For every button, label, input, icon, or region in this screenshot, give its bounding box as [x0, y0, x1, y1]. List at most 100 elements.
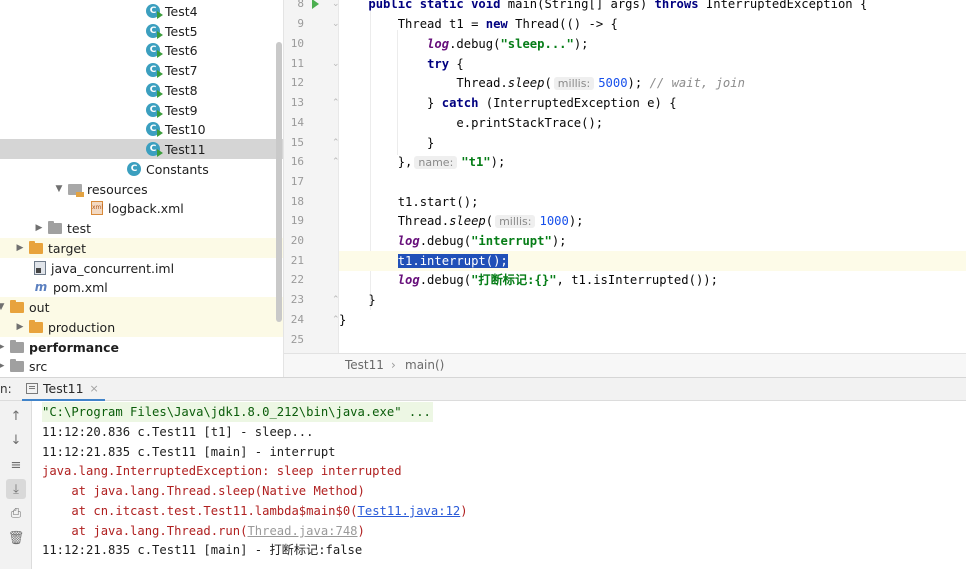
console-line: 11:12:21.835 c.Test11 [main] - interrupt	[42, 445, 336, 459]
code-line-19[interactable]: Thread.sleep(millis: 1000);	[339, 211, 966, 231]
code-line-16[interactable]: }, name: "t1");	[339, 152, 966, 172]
code-line-15[interactable]: }	[339, 133, 966, 153]
soft-wrap-icon[interactable]: ≡	[6, 455, 26, 475]
tree-item-test6[interactable]: C Test6	[0, 40, 283, 60]
print-icon[interactable]: ⎙	[6, 503, 26, 523]
chevron-down-icon[interactable]: ▼	[0, 302, 8, 312]
project-tree: C Test4 C Test5 C Test6 C Test7 C Test8 C Test…	[0, 0, 284, 377]
console-trace-line: at java.lang.Thread.run(Thread.java:748)	[42, 524, 365, 538]
trash-icon[interactable]: 🗑	[6, 528, 26, 548]
line-number: 17	[290, 175, 304, 188]
class-icon: C	[146, 24, 163, 39]
folder-icon	[10, 339, 24, 353]
code-line-21[interactable]: t1.interrupt();	[339, 251, 966, 271]
maven-icon: m	[34, 280, 48, 294]
selected-code[interactable]: t1.interrupt();	[397, 254, 508, 268]
class-icon: C	[146, 83, 163, 98]
tree-item-test11[interactable]: C Test11	[0, 139, 283, 159]
code-line-10[interactable]: log.debug("sleep...");	[339, 34, 966, 54]
tree-scrollbar[interactable]	[276, 42, 282, 322]
tree-item-target[interactable]: ▶ target	[0, 238, 283, 258]
code-editor[interactable]: public static void main(String[] args) t…	[339, 0, 966, 353]
code-line-8[interactable]: public static void main(String[] args) t…	[339, 0, 966, 14]
code-line-25[interactable]	[339, 330, 966, 350]
tree-item-test-folder[interactable]: ▶ test	[0, 218, 283, 238]
line-number: 19	[290, 214, 304, 227]
tree-item-test10[interactable]: C Test10	[0, 119, 283, 139]
code-line-17[interactable]	[339, 172, 966, 192]
tree-item-out[interactable]: ▼out	[0, 297, 283, 317]
run-config-icon	[26, 383, 38, 394]
class-icon: C	[146, 43, 163, 58]
chevron-right-icon[interactable]: ▶	[13, 322, 27, 332]
scroll-to-end-icon[interactable]: ⤓	[6, 479, 26, 499]
chevron-right-icon[interactable]: ▶	[0, 342, 8, 352]
resources-folder-icon	[68, 183, 84, 197]
param-hint: millis:	[553, 77, 595, 90]
tree-item-resources[interactable]: ▼ resources	[0, 179, 283, 199]
source-link[interactable]: Thread.java:748	[247, 524, 357, 538]
console-output[interactable]: "C:\Program Files\Java\jdk1.8.0_212\bin\…	[32, 401, 966, 569]
breadcrumb: Test11 › main()	[284, 353, 966, 378]
line-number: 15	[290, 136, 304, 149]
arrow-down-icon[interactable]: ↓	[6, 430, 26, 450]
breadcrumb-method[interactable]: main()	[405, 358, 444, 372]
breadcrumb-class[interactable]: Test11	[345, 358, 384, 372]
source-link[interactable]: Test11.java:12	[358, 504, 461, 518]
run-toolwindow-header: n: Test11 ×	[0, 377, 966, 401]
line-number: 8	[297, 0, 304, 10]
line-number: 13	[290, 96, 304, 109]
line-number: 18	[290, 195, 304, 208]
console-command-line: "C:\Program Files\Java\jdk1.8.0_212\bin\…	[42, 402, 433, 422]
console-trace-line: at java.lang.Thread.sleep(Native Method)	[42, 484, 365, 498]
run-toolbar: ↑ ↓ ≡ ⤓ ⎙ 🗑	[0, 401, 32, 569]
chevron-right-icon[interactable]: ▶	[0, 361, 8, 371]
code-line-9[interactable]: Thread t1 = new Thread(() -> {	[339, 14, 966, 34]
tree-item-test4[interactable]: C Test4	[0, 1, 283, 21]
folder-icon	[29, 240, 43, 254]
code-line-18[interactable]: t1.start();	[339, 192, 966, 212]
chevron-down-icon[interactable]: ▼	[52, 184, 66, 194]
tree-item-logback-xml[interactable]: xml logback.xml	[0, 198, 283, 218]
code-line-22[interactable]: log.debug("打断标记:{}", t1.isInterrupted())…	[339, 270, 966, 290]
chevron-right-icon[interactable]: ▶	[13, 243, 27, 253]
tree-item-production[interactable]: ▶ production	[0, 317, 283, 337]
class-icon: C	[127, 162, 141, 176]
tree-item-constants[interactable]: C Constants	[0, 159, 283, 179]
close-icon[interactable]: ×	[90, 382, 99, 395]
tree-item-test8[interactable]: C Test8	[0, 80, 283, 100]
code-line-11[interactable]: try {	[339, 54, 966, 74]
run-tab-test11[interactable]: Test11 ×	[22, 378, 105, 401]
tree-item-src[interactable]: ▶src	[0, 356, 283, 376]
tree-item-pom[interactable]: m pom.xml	[0, 277, 283, 297]
class-icon: C	[146, 63, 163, 78]
line-number: 16	[290, 155, 304, 168]
code-line-24[interactable]: }	[339, 310, 966, 330]
line-number: 12	[290, 76, 304, 89]
line-number: 24	[290, 313, 304, 326]
line-number: 21	[290, 254, 304, 267]
tree-item-test9[interactable]: C Test9	[0, 100, 283, 120]
class-icon: C	[146, 103, 163, 118]
tree-item-iml[interactable]: java_concurrent.iml	[0, 258, 283, 278]
tree-item-test7[interactable]: C Test7	[0, 60, 283, 80]
editor-gutter: 8 ⌄ 9 ⌄ 10 11 ⌄ 12 13 ⌃ 14 15 ⌃ 16 ⌃ 17 …	[284, 0, 340, 353]
folder-icon	[29, 319, 43, 333]
line-number: 20	[290, 234, 304, 247]
line-number: 10	[290, 37, 304, 50]
arrow-up-icon[interactable]: ↑	[6, 406, 26, 426]
folder-icon	[10, 358, 24, 372]
code-line-13[interactable]: } catch (InterruptedException e) {	[339, 93, 966, 113]
tree-item-performance[interactable]: ▶performance	[0, 337, 283, 357]
run-main-icon[interactable]	[312, 0, 319, 9]
code-line-12[interactable]: Thread.sleep(millis: 5000); // wait, join	[339, 73, 966, 93]
class-icon: C	[146, 142, 163, 157]
console-line: 11:12:21.835 c.Test11 [main] - 打断标记:fals…	[42, 543, 363, 557]
code-line-20[interactable]: log.debug("interrupt");	[339, 231, 966, 251]
console-trace-line: at cn.itcast.test.Test11.lambda$main$0(T…	[42, 504, 468, 518]
param-hint: millis:	[495, 215, 536, 228]
tree-item-test5[interactable]: C Test5	[0, 21, 283, 41]
code-line-23[interactable]: }	[339, 290, 966, 310]
chevron-right-icon[interactable]: ▶	[32, 223, 46, 233]
code-line-14[interactable]: e.printStackTrace();	[339, 113, 966, 133]
